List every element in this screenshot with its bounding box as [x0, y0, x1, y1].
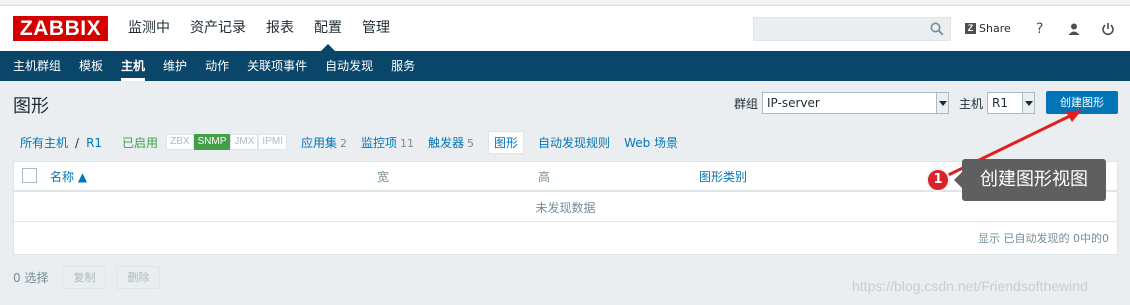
annotation-number-badge: 1: [926, 168, 950, 192]
watermark: https://blog.csdn.net/Friendsofthewind: [852, 278, 1088, 294]
annotation-callout: 创建图形视图: [954, 159, 1106, 201]
annotation-arrow: [937, 110, 1082, 182]
